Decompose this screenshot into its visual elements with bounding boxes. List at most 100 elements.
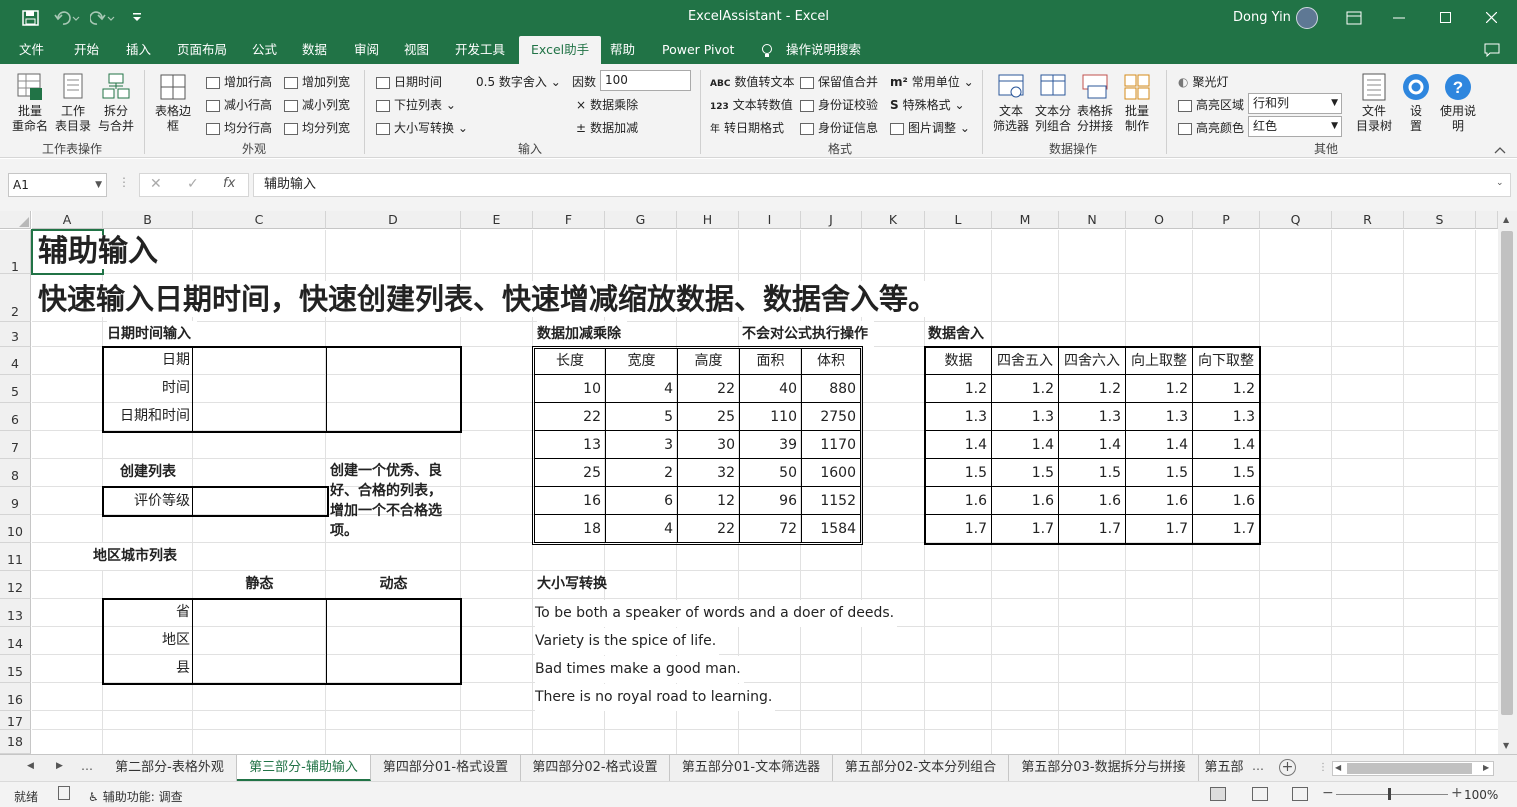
spotlight-button[interactable]: ◐ 聚光灯 [1178, 73, 1229, 90]
text-to-number-button[interactable]: 123 文本转数值 [710, 96, 793, 113]
decrease-col-width-button[interactable]: 减小列宽 [284, 96, 350, 113]
tab-home[interactable]: 开始 [74, 36, 99, 64]
round-cell[interactable]: 1.3 [926, 404, 989, 431]
column-header[interactable]: I [739, 211, 801, 229]
accessibility-status[interactable]: ♿ 辅助功能: 调查 [88, 788, 183, 805]
text-filter-button[interactable]: 文本 筛选器 [990, 72, 1032, 134]
calc-cell[interactable]: 30 [678, 432, 737, 459]
highlight-area-select[interactable]: 行和列 ▼ [1248, 93, 1342, 114]
vertical-scrollbar[interactable]: ▲ ▼ [1498, 211, 1517, 754]
calc-cell[interactable]: 13 [535, 432, 603, 459]
calc-cell[interactable]: 1170 [802, 432, 858, 459]
redo-icon[interactable] [90, 10, 116, 26]
zoom-slider-thumb[interactable] [1388, 788, 1391, 800]
calc-cell[interactable]: 25 [678, 404, 737, 431]
calc-cell[interactable]: 96 [740, 488, 799, 515]
table-split-join-button[interactable]: 表格拆 分拼接 [1074, 72, 1116, 134]
page-break-view-icon[interactable] [1292, 787, 1308, 801]
case-convert-button[interactable]: 大小写转换 ⌄ [376, 119, 468, 136]
row-header[interactable]: 9 [0, 487, 31, 515]
round-cell[interactable]: 1.5 [1059, 460, 1123, 487]
scroll-thumb[interactable] [1501, 231, 1513, 715]
row-header[interactable]: 14 [0, 627, 31, 655]
tab-insert[interactable]: 插入 [126, 36, 151, 64]
h-scroll-thumb[interactable] [1347, 763, 1472, 774]
sheet-index-button[interactable]: 工作 表目录 [54, 72, 92, 134]
maximize-icon[interactable] [1440, 12, 1451, 23]
tab-review[interactable]: 审阅 [354, 36, 379, 64]
save-icon[interactable] [22, 10, 40, 26]
file-tree-button[interactable]: 文件 目录树 [1352, 72, 1396, 134]
tab-page-layout[interactable]: 页面布局 [177, 36, 227, 64]
decrease-row-height-button[interactable]: 减小行高 [206, 96, 272, 113]
round-cell[interactable]: 1.7 [1059, 516, 1123, 543]
round-cell[interactable]: 1.3 [992, 404, 1056, 431]
sheet-tab[interactable]: 第五部分01-文本筛选器 [670, 755, 833, 781]
enter-icon[interactable]: ✓ [187, 176, 199, 192]
calc-cell[interactable]: 40 [740, 376, 799, 403]
sheet-tab-active[interactable]: 第三部分-辅助输入 [237, 755, 371, 781]
to-date-format-button[interactable]: 年转日期格式 [710, 119, 784, 136]
distribute-row-height-button[interactable]: 均分行高 [206, 119, 272, 136]
number-to-text-button[interactable]: ABC 数值转文本 [710, 73, 794, 90]
round-cell[interactable]: 1.5 [992, 460, 1056, 487]
batch-rename-button[interactable]: 批量 重命名 [8, 72, 52, 134]
normal-view-icon[interactable] [1210, 787, 1226, 801]
tab-view[interactable]: 视图 [404, 36, 429, 64]
round-cell[interactable]: 1.3 [1059, 404, 1123, 431]
row-header[interactable]: 2 [0, 274, 31, 322]
user-name[interactable]: Dong Yin [1233, 10, 1291, 25]
calc-cell[interactable]: 4 [606, 516, 675, 543]
id-info-button[interactable]: 身份证信息 [800, 119, 878, 136]
calc-cell[interactable]: 16 [535, 488, 603, 515]
row-header[interactable]: 8 [0, 459, 31, 487]
column-header[interactable]: J [801, 211, 862, 229]
macro-record-icon[interactable] [58, 786, 70, 800]
round-cell[interactable]: 1.6 [926, 488, 989, 515]
factor-input[interactable]: 100 [600, 70, 691, 91]
column-header[interactable]: K [862, 211, 925, 229]
column-header[interactable]: M [992, 211, 1059, 229]
round-cell[interactable]: 1.2 [1126, 376, 1190, 403]
add-subtract-button[interactable]: ± 数据加减 [576, 119, 638, 136]
column-header[interactable]: Q [1260, 211, 1332, 229]
column-header[interactable]: H [677, 211, 739, 229]
row-header[interactable]: 10 [0, 515, 31, 543]
sheet-tab[interactable]: 第五部 [1199, 755, 1249, 781]
calc-cell[interactable]: 22 [678, 376, 737, 403]
tab-file[interactable]: 文件 [19, 36, 44, 64]
merge-keep-values-button[interactable]: 保留值合并 [800, 73, 878, 90]
calc-cell[interactable]: 1584 [802, 516, 858, 543]
column-header[interactable]: G [605, 211, 677, 229]
calc-cell[interactable]: 1600 [802, 460, 858, 487]
scroll-left-icon[interactable]: ◀ [1335, 763, 1341, 772]
column-header[interactable]: D [326, 211, 461, 229]
distribute-col-width-button[interactable]: 均分列宽 [284, 119, 350, 136]
round-cell[interactable]: 1.2 [1193, 376, 1257, 403]
round-cell[interactable]: 1.7 [992, 516, 1056, 543]
column-header[interactable]: L [925, 211, 992, 229]
prev-sheet-icon[interactable]: ◀ [27, 761, 34, 771]
calc-cell[interactable]: 2750 [802, 404, 858, 431]
round-cell[interactable]: 1.6 [1193, 488, 1257, 515]
row-header[interactable]: 5 [0, 375, 31, 403]
tab-developer[interactable]: 开发工具 [455, 36, 505, 64]
more-sheets-icon[interactable]: … [81, 759, 93, 773]
round-cell[interactable]: 1.6 [1126, 488, 1190, 515]
column-header[interactable]: B [103, 211, 193, 229]
formula-input[interactable]: 辅助输入 [253, 173, 1511, 197]
round-cell[interactable]: 1.4 [1059, 432, 1123, 459]
expand-formula-icon[interactable]: ⌄ [1496, 178, 1504, 188]
increase-row-height-button[interactable]: 增加行高 [206, 73, 272, 90]
row-header[interactable]: 16 [0, 683, 31, 711]
sheet-tab[interactable]: 第五部分02-文本分列组合 [833, 755, 1009, 781]
worksheet-grid[interactable]: A B C D E F G H I J K L M N O P Q R S 1 … [0, 211, 1498, 754]
scroll-down-icon[interactable]: ▼ [1503, 741, 1509, 750]
column-header[interactable]: O [1126, 211, 1193, 229]
help-manual-button[interactable]: ? 使用说 明 [1436, 72, 1480, 134]
column-header[interactable]: C [193, 211, 326, 229]
customize-toolbar-icon[interactable] [132, 12, 142, 24]
round-cell[interactable]: 1.4 [926, 432, 989, 459]
zoom-slider[interactable] [1336, 794, 1448, 795]
special-format-button[interactable]: S 特殊格式 ⌄ [890, 96, 965, 113]
